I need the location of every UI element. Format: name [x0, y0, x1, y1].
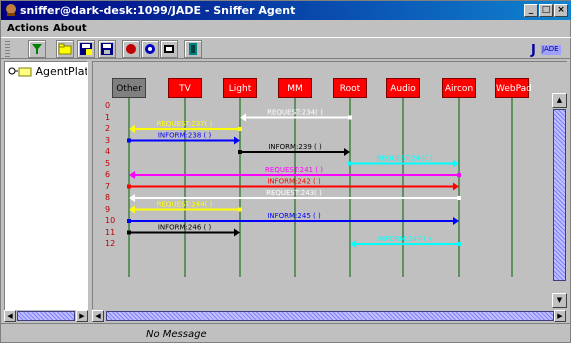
filter-icon: [32, 44, 42, 54]
message-label: INFORM:247 ( ): [378, 235, 432, 243]
scroll-right-button[interactable]: ▶: [76, 310, 88, 322]
menu-bar: Actions About: [1, 20, 571, 37]
message-label: REQUEST:241 ( ): [265, 166, 323, 174]
row-number: 0: [105, 101, 111, 110]
row-number: 11: [105, 227, 116, 237]
agent-box-other[interactable]: Other: [112, 78, 146, 98]
window-title: sniffer@dark-desk:1099/JADE - Sniffer Ag…: [20, 4, 296, 17]
tree-scroll-thumb[interactable]: [17, 311, 75, 321]
message-arrow[interactable]: INFORM:246 ( ): [127, 224, 240, 237]
tree-node-label: AgentPlatf: [35, 65, 88, 78]
close-button[interactable]: ×: [554, 4, 568, 17]
save-icon: [101, 43, 113, 55]
open-folder-icon: [58, 43, 72, 55]
folder-icon: [8, 67, 32, 77]
row-number: 1: [105, 112, 111, 122]
save-as-icon: [80, 43, 92, 55]
pause-icon: [145, 44, 155, 54]
row-number: 12: [105, 239, 116, 248]
pause-button[interactable]: [141, 40, 159, 58]
title-bar[interactable]: sniffer@dark-desk:1099/JADE - Sniffer Ag…: [1, 1, 571, 20]
message-arrow[interactable]: REQUEST:234( ): [240, 109, 352, 122]
agent-box-mm[interactable]: MM: [278, 78, 312, 98]
tree-node-agent-platforms[interactable]: AgentPlatf: [8, 65, 88, 78]
message-label: REQUEST:237( ): [157, 120, 213, 128]
diagram-vertical-scrollbar[interactable]: ▲ ▼: [552, 82, 567, 309]
row-number: 8: [105, 193, 111, 202]
message-sequence-diagram: REQUEST:234( ) REQUEST:237( ) INFORM:238 (…: [127, 98, 513, 277]
row-number: 2: [105, 124, 111, 133]
row-number: 4: [105, 147, 111, 156]
record-icon: [126, 44, 136, 54]
message-label: REQUEST:243( ): [266, 189, 322, 197]
message-label: INFORM:246 ( ): [158, 224, 212, 232]
message-label: INFORM:238 ( ): [158, 132, 212, 140]
message-label: REQUEST:240( ): [377, 155, 433, 163]
row-number: 3: [105, 135, 111, 145]
save-button[interactable]: [98, 40, 116, 58]
scroll-down-button[interactable]: ▼: [552, 293, 567, 308]
message-arrow[interactable]: INFORM:238 ( ): [127, 132, 240, 145]
stop-button[interactable]: [160, 40, 178, 58]
row-number: 10: [105, 216, 116, 225]
minimize-button[interactable]: _: [524, 4, 538, 17]
sequence-diagram-panel[interactable]: REQUEST:234( ) REQUEST:237( ) INFORM:238 (…: [92, 61, 567, 309]
status-bar: No Message: [1, 323, 571, 343]
sniffer-window: sniffer@dark-desk:1099/JADE - Sniffer Ag…: [0, 0, 571, 343]
svg-text:J: J: [530, 43, 536, 58]
row-number: 5: [105, 158, 111, 168]
jade-app-icon: [6, 4, 16, 16]
open-button[interactable]: [56, 40, 74, 58]
status-message: No Message: [146, 329, 207, 340]
diagram-scroll-right-button[interactable]: ▶: [554, 310, 566, 322]
diagram-vertical-scroll-thumb[interactable]: [553, 109, 566, 281]
message-label: INFORM:245 ( ): [267, 212, 321, 220]
agent-box-tv[interactable]: TV: [168, 78, 202, 98]
row-number: 6: [105, 170, 111, 179]
agent-box-aircon[interactable]: Aircon: [442, 78, 476, 98]
message-arrow[interactable]: INFORM:239 ( ): [238, 143, 350, 156]
tree-horizontal-scrollbar[interactable]: ◀ ▶: [4, 310, 88, 322]
filter-button[interactable]: [28, 40, 46, 58]
menu-about[interactable]: About: [53, 23, 87, 34]
menu-actions[interactable]: Actions: [7, 23, 49, 34]
agent-tree[interactable]: AgentPlatf: [4, 61, 88, 319]
message-arrow[interactable]: INFORM:247 ( ): [350, 235, 461, 248]
exit-button[interactable]: [184, 40, 202, 58]
agent-box-audio[interactable]: Audio: [386, 78, 420, 98]
stop-icon: [164, 45, 174, 53]
message-label: INFORM:239 ( ): [268, 143, 322, 151]
record-button[interactable]: [122, 40, 140, 58]
row-number: 7: [105, 181, 111, 191]
jade-logo: J JADE: [529, 39, 563, 59]
toolbar: J JADE: [1, 37, 571, 59]
exit-icon: [189, 43, 197, 55]
row-number: 9: [105, 204, 111, 214]
diagram-scroll-left-button[interactable]: ◀: [92, 310, 104, 322]
diagram-horizontal-scroll-thumb[interactable]: [106, 311, 554, 321]
agent-box-webpad[interactable]: WebPad: [495, 78, 532, 98]
scroll-up-button[interactable]: ▲: [552, 93, 567, 108]
save-as-button[interactable]: [77, 40, 95, 58]
message-label: INFORM:242 ( ): [267, 178, 321, 186]
message-label: REQUEST:234( ): [267, 109, 323, 117]
agent-box-light[interactable]: Light: [223, 78, 257, 98]
diagram-horizontal-scrollbar[interactable]: ◀ ▶: [92, 310, 567, 322]
toolbar-grip[interactable]: [5, 41, 10, 57]
maximize-button[interactable]: □: [539, 4, 553, 17]
agent-box-root[interactable]: Root: [333, 78, 367, 98]
jade-logo-text: JADE: [542, 45, 559, 53]
scroll-left-button[interactable]: ◀: [4, 310, 16, 322]
message-label: REQUEST:244( ): [157, 201, 213, 209]
